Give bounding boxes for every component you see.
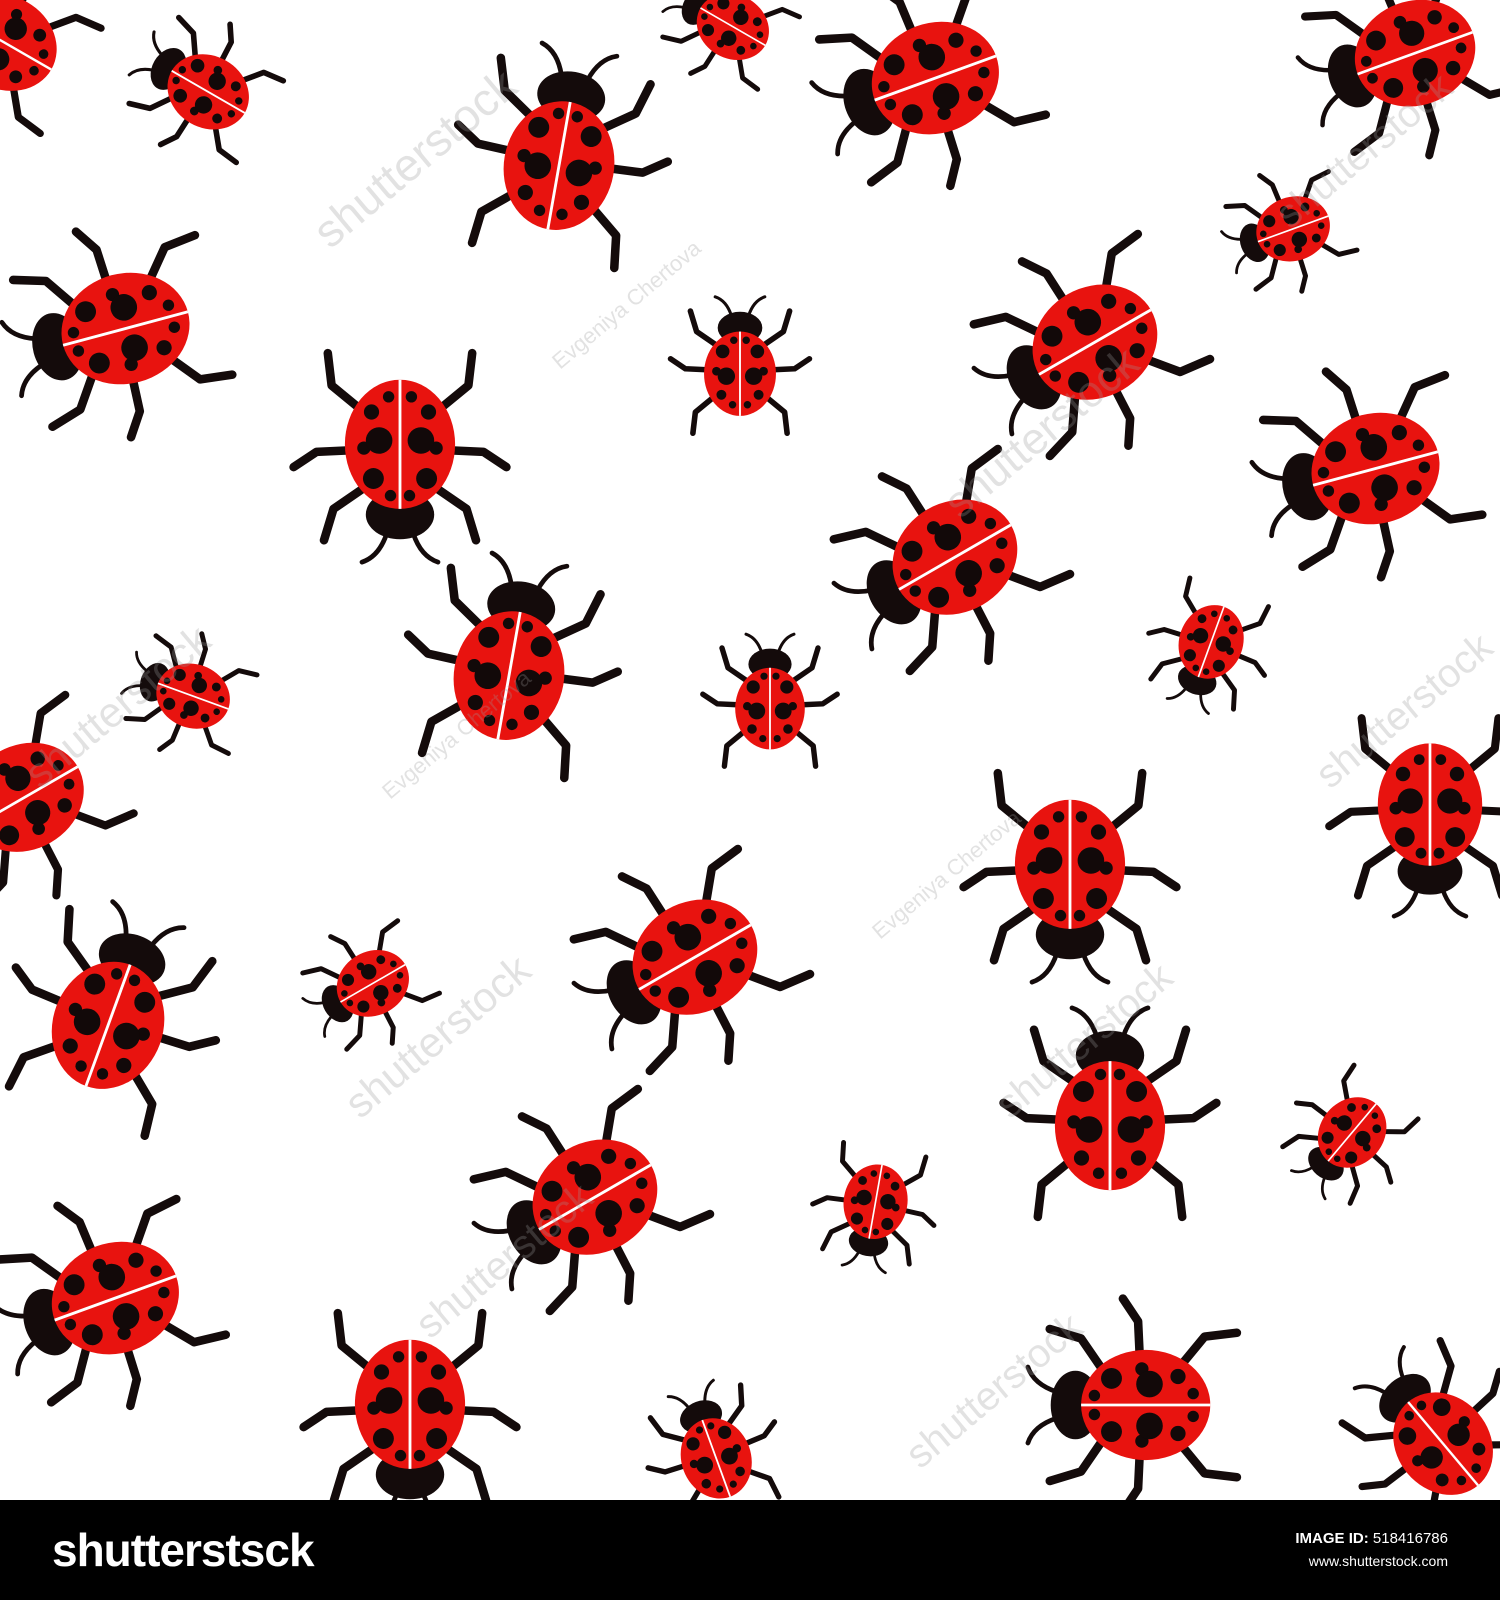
ladybug bbox=[1234, 342, 1491, 602]
ladybug bbox=[0, 0, 115, 158]
ladybug bbox=[107, 0, 295, 182]
ladybug bbox=[788, 0, 1057, 218]
ladybug bbox=[1311, 1310, 1500, 1500]
ladybug bbox=[294, 353, 507, 562]
ladybug bbox=[628, 1365, 799, 1500]
footer-logo: shutterstsck bbox=[52, 1524, 315, 1576]
ladybug bbox=[540, 819, 827, 1108]
ladybug bbox=[0, 202, 241, 462]
ladybug-pattern: shutterstock Evgeniya Chertova shutterstoc… bbox=[0, 0, 1500, 1500]
watermark-author: Evgeniya Chertova bbox=[547, 235, 706, 374]
ladybug bbox=[803, 1139, 945, 1280]
ladybug bbox=[0, 1167, 237, 1438]
ladybug bbox=[800, 419, 1087, 708]
image-id-value: 518416786 bbox=[1372, 1530, 1448, 1547]
ladybug-group bbox=[0, 0, 1500, 1500]
ladybug bbox=[438, 31, 684, 274]
footer-bar: shutterstsck IMAGE ID: 518416786 www.shu… bbox=[0, 1500, 1500, 1600]
ladybug bbox=[671, 297, 810, 433]
site-url: www.shutterstock.com bbox=[1308, 1553, 1448, 1569]
image-id-label: IMAGE ID: bbox=[1295, 1530, 1369, 1547]
ladybug bbox=[703, 634, 837, 766]
ladybug bbox=[304, 1313, 517, 1500]
watermark-brand: shutterstock bbox=[303, 58, 527, 258]
ladybug bbox=[1130, 571, 1287, 727]
ladybug bbox=[964, 773, 1177, 982]
image-id-row: IMAGE ID: 518416786 bbox=[1295, 1528, 1448, 1550]
ladybug-pattern-svg: shutterstockEvgeniya Chertovashutterstoc… bbox=[0, 0, 1500, 1500]
ladybug bbox=[643, 0, 809, 106]
ladybug bbox=[1261, 1052, 1433, 1224]
ladybug bbox=[0, 878, 248, 1147]
footer-info: IMAGE ID: 518416786 www.shutterstock.com bbox=[1295, 1528, 1448, 1572]
watermark-group: shutterstockEvgeniya Chertovashutterstoc… bbox=[16, 58, 1500, 1477]
